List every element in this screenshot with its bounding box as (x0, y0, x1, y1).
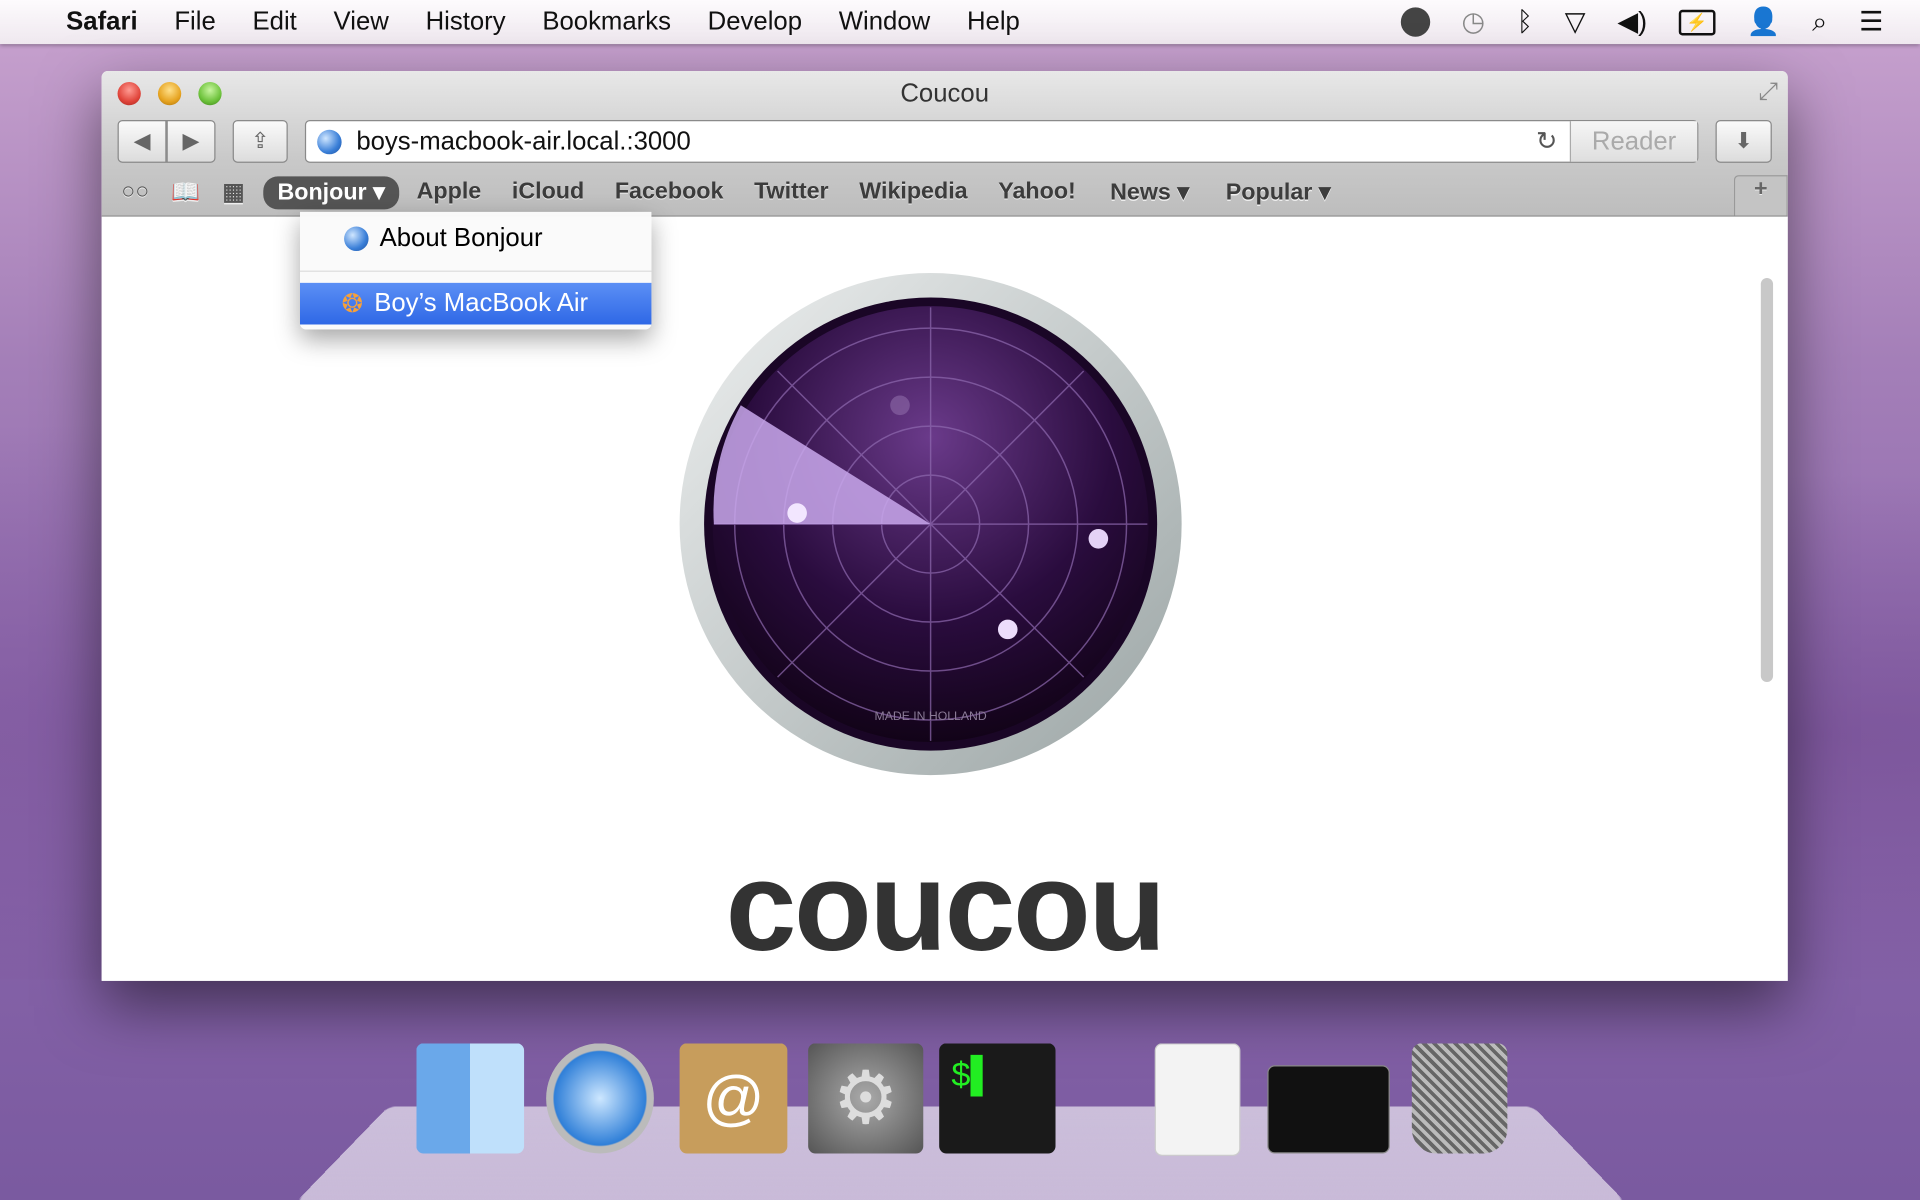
back-button[interactable]: ◀ (117, 120, 167, 163)
bookmarks-bar: ○○ 📖 ▦ Bonjour ▾ Apple iCloud Facebook T… (102, 171, 1788, 216)
spotlight-search-icon[interactable]: ⌕ (1812, 6, 1827, 38)
dock-system-preferences[interactable]: ⚙ (808, 1043, 924, 1154)
bonjour-dropdown: About Bonjour ❂ Boy’s MacBook Air (300, 211, 652, 330)
reading-list-icon[interactable]: ○○ (121, 179, 149, 206)
radar-blip (997, 619, 1018, 640)
bookmark-bonjour[interactable]: Bonjour ▾ (262, 175, 400, 209)
url-text[interactable]: boys-macbook-air.local.:3000 (356, 127, 690, 156)
radar-blip (890, 395, 910, 416)
bookmark-yahoo[interactable]: Yahoo! (998, 179, 1076, 206)
dock-trash[interactable] (1411, 1043, 1508, 1154)
dock-terminal-window[interactable] (1267, 1065, 1390, 1154)
fullscreen-icon[interactable]: ⤢ (1758, 78, 1778, 106)
bookmark-popular[interactable]: Popular ▾ (1226, 178, 1331, 206)
web-content: MADE IN HOLLAND coucou (101, 216, 1788, 981)
menu-app-safari[interactable]: Safari (66, 7, 137, 36)
share-button[interactable]: ⇪ (232, 120, 288, 163)
menu-bookmarks[interactable]: Bookmarks (542, 7, 671, 36)
menu-view[interactable]: View (334, 7, 389, 36)
bookmark-apple[interactable]: Apple (417, 179, 482, 206)
dock-documents[interactable] (1154, 1043, 1241, 1156)
reload-icon[interactable]: ↻ (1536, 126, 1558, 157)
new-tab-button[interactable]: + (1733, 175, 1788, 216)
forward-button[interactable]: ▶ (166, 120, 216, 163)
bookmark-facebook[interactable]: Facebook (615, 179, 724, 206)
battery-charging-icon[interactable]: ⚡ (1678, 9, 1715, 35)
bookmark-icloud[interactable]: iCloud (512, 179, 584, 206)
dock-safari[interactable] (546, 1043, 654, 1154)
menu-item-about-bonjour[interactable]: About Bonjour (300, 218, 651, 260)
menu-edit[interactable]: Edit (253, 7, 297, 36)
bookmark-twitter[interactable]: Twitter (754, 179, 829, 206)
svg-text:MADE IN HOLLAND: MADE IN HOLLAND (875, 709, 987, 723)
menu-history[interactable]: History (426, 7, 506, 36)
top-sites-icon[interactable]: ▦ (222, 178, 244, 206)
radar-blip (787, 503, 807, 523)
radar-blip (1088, 528, 1109, 549)
menu-help[interactable]: Help (967, 7, 1020, 36)
dock-finder[interactable] (416, 1043, 525, 1154)
menu-window[interactable]: Window (839, 7, 930, 36)
dock-terminal[interactable]: $▌ (939, 1043, 1056, 1154)
bookmarks-icon[interactable]: 📖 (171, 178, 200, 207)
clock-icon[interactable] (1400, 7, 1430, 37)
bookmark-news[interactable]: News ▾ (1110, 178, 1189, 206)
bookmark-wikipedia[interactable]: Wikipedia (859, 179, 967, 206)
radar-logo: MADE IN HOLLAND (679, 273, 1182, 776)
downloads-button[interactable]: ⬇ (1715, 120, 1772, 163)
globe-icon (344, 226, 369, 252)
menu-file[interactable]: File (174, 7, 215, 36)
menu-develop[interactable]: Develop (708, 7, 802, 36)
window-title: Coucou (900, 79, 990, 108)
user-icon[interactable]: 👤 (1747, 6, 1781, 38)
bonjour-icon: ❂ (341, 289, 364, 318)
desktop: Safari File Edit View History Bookmarks … (0, 0, 1920, 1200)
volume-icon[interactable]: ◀) (1617, 6, 1647, 38)
scrollbar[interactable] (1760, 277, 1774, 683)
bluetooth-icon[interactable]: ᛒ (1517, 6, 1533, 38)
menu-bar: Safari File Edit View History Bookmarks … (0, 0, 1920, 45)
dock-contacts[interactable]: @ (679, 1043, 788, 1154)
safari-window: Coucou ⤢ ◀ ▶ ⇪ boys-macbook-air.local.:3… (101, 71, 1788, 981)
time-machine-icon[interactable]: ◷ (1461, 6, 1485, 38)
wifi-icon[interactable]: ▽ (1565, 6, 1586, 38)
menu-separator (300, 270, 652, 272)
notification-center-icon[interactable]: ☰ (1859, 6, 1883, 38)
reader-button[interactable]: Reader (1569, 121, 1698, 162)
address-bar[interactable]: boys-macbook-air.local.:3000 ↻ Reader (304, 120, 1699, 163)
globe-icon (317, 129, 342, 154)
menu-item-boys-macbook-air[interactable]: ❂ Boy’s MacBook Air (300, 282, 652, 325)
page-heading: coucou (725, 836, 1167, 979)
toolbar: Coucou ⤢ ◀ ▶ ⇪ boys-macbook-air.local.:3… (101, 71, 1788, 217)
